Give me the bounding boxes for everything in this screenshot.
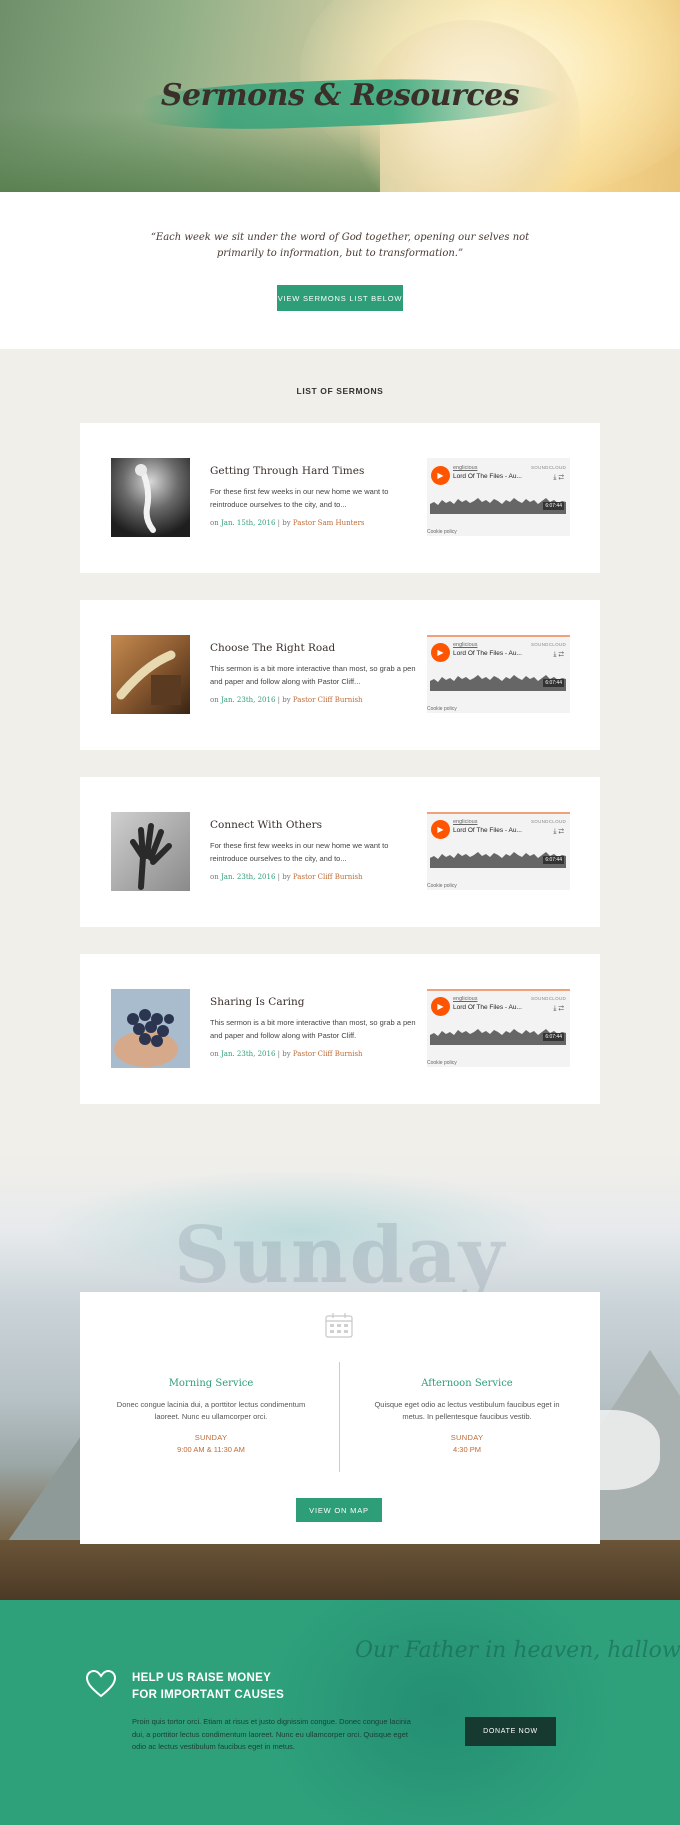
player-duration: 6:07:44 xyxy=(543,1033,564,1041)
sermon-title[interactable]: Getting Through Hard Times xyxy=(210,465,364,477)
sermon-description: For these first few weeks in our new hom… xyxy=(210,487,389,509)
cookie-policy-link[interactable]: Cookie policy xyxy=(427,1060,457,1066)
heart-icon xyxy=(86,1670,116,1698)
service-time: 9:00 AM & 11:30 AM xyxy=(177,1445,245,1454)
player-artist[interactable]: englicious xyxy=(453,465,477,471)
sermon-thumbnail[interactable] xyxy=(111,812,190,891)
sermon-author[interactable]: Pastor Cliff Burnish xyxy=(293,873,363,881)
page-title: Sermons & Resources xyxy=(160,78,520,113)
sermon-thumbnail[interactable] xyxy=(111,458,190,537)
sermon-thumbnail[interactable] xyxy=(111,989,190,1068)
player-track[interactable]: Lord Of The Files - Au... xyxy=(453,473,522,480)
sermon-meta-separator: | by xyxy=(277,696,291,704)
hero-banner: Sermons & Resources xyxy=(0,0,680,192)
donate-now-button[interactable]: DONATE NOW xyxy=(465,1717,556,1746)
player-track[interactable]: Lord Of The Files - Au... xyxy=(453,1004,522,1011)
soundcloud-logo[interactable]: SOUNDCLOUD xyxy=(531,996,566,1001)
donate-section: Our Father in heaven, hallowed be your H… xyxy=(0,1600,680,1825)
play-icon[interactable]: ▶ xyxy=(431,820,450,839)
sermon-date[interactable]: Jan. 23th, 2016 xyxy=(221,873,275,881)
sermon-title[interactable]: Connect With Others xyxy=(210,819,322,831)
service-name: Morning Service xyxy=(168,1378,254,1389)
sermon-meta: on Jan. 23th, 2016 | by Pastor Cliff Bur… xyxy=(210,1050,363,1058)
soundcloud-player: ▶ englicious Lord Of The Files - Au... S… xyxy=(427,635,570,713)
service-name: Afternoon Service xyxy=(421,1378,513,1389)
service-day: SUNDAY xyxy=(450,1433,484,1442)
play-icon[interactable]: ▶ xyxy=(431,997,450,1016)
player-track[interactable]: Lord Of The Files - Au... xyxy=(453,650,522,657)
player-duration: 6:07:44 xyxy=(543,856,564,864)
cookie-policy-link[interactable]: Cookie policy xyxy=(427,529,457,535)
sermon-description: This sermon is a bit more interactive th… xyxy=(210,1018,416,1040)
sermon-description: For these first few weeks in our new hom… xyxy=(210,841,389,863)
intro-quote: “Each week we sit under the word of God … xyxy=(150,232,530,259)
sermon-title[interactable]: Sharing Is Caring xyxy=(210,996,304,1008)
sermon-description: This sermon is a bit more interactive th… xyxy=(210,664,416,686)
sermon-card: Connect With Others For these first few … xyxy=(80,777,600,927)
soundcloud-player: ▶ englicious Lord Of The Files - Au... S… xyxy=(427,989,570,1067)
download-share-icons[interactable]: ⤓ ⇄ xyxy=(553,828,564,836)
morning-service: Morning Service Donec congue lacinia dui… xyxy=(111,1378,311,1454)
sermon-card: Getting Through Hard Times For these fir… xyxy=(80,423,600,573)
soundcloud-logo[interactable]: SOUNDCLOUD xyxy=(531,465,566,470)
sermon-date[interactable]: Jan. 23th, 2016 xyxy=(221,1050,275,1058)
service-description: Donec congue lacinia dui, a porttitor le… xyxy=(116,1400,306,1421)
calendar-icon xyxy=(325,1313,353,1338)
sermon-author[interactable]: Pastor Cliff Burnish xyxy=(293,1050,363,1058)
sermon-meta: on Jan. 15th, 2016 | by Pastor Sam Hunte… xyxy=(210,519,365,527)
sermon-meta-prefix: on xyxy=(210,1050,219,1058)
cookie-policy-link[interactable]: Cookie policy xyxy=(427,706,457,712)
intro-section: “Each week we sit under the word of God … xyxy=(0,192,680,349)
foreground-hills xyxy=(0,1540,680,1600)
player-track[interactable]: Lord Of The Files - Au... xyxy=(453,827,522,834)
sermon-meta-prefix: on xyxy=(210,873,219,881)
sermon-meta-prefix: on xyxy=(210,519,219,527)
service-description: Quisque eget odio ac lectus vestibulum f… xyxy=(374,1400,560,1421)
sermon-card: Sharing Is Caring This sermon is a bit m… xyxy=(80,954,600,1104)
sermon-thumbnail[interactable] xyxy=(111,635,190,714)
sermon-title[interactable]: Choose The Right Road xyxy=(210,642,335,654)
play-icon[interactable]: ▶ xyxy=(431,643,450,662)
donate-title: HELP US RAISE MONEY FOR IMPORTANT CAUSES xyxy=(132,1670,352,1704)
service-time: 4:30 PM xyxy=(453,1445,481,1454)
donate-text: Proin quis tortor orci. Etiam at risus e… xyxy=(132,1717,411,1751)
download-share-icons[interactable]: ⤓ ⇄ xyxy=(553,474,564,482)
sermon-meta-prefix: on xyxy=(210,696,219,704)
sermon-meta-separator: | by xyxy=(277,1050,291,1058)
sermon-meta: on Jan. 23th, 2016 | by Pastor Cliff Bur… xyxy=(210,873,363,881)
sermons-heading: LIST OF SERMONS xyxy=(296,386,384,396)
cookie-policy-link[interactable]: Cookie policy xyxy=(427,883,457,889)
sermon-date[interactable]: Jan. 23th, 2016 xyxy=(221,696,275,704)
download-share-icons[interactable]: ⤓ ⇄ xyxy=(553,651,564,659)
donate-title-line2: FOR IMPORTANT CAUSES xyxy=(132,1689,285,1701)
sermon-meta-separator: | by xyxy=(277,519,291,527)
sermon-meta: on Jan. 23th, 2016 | by Pastor Cliff Bur… xyxy=(210,696,363,704)
view-on-map-button[interactable]: VIEW ON MAP xyxy=(296,1498,382,1522)
player-artist[interactable]: englicious xyxy=(453,642,477,648)
prayer-script-text: Our Father in heaven, hallowed be your xyxy=(355,1638,680,1663)
donate-title-line1: HELP US RAISE MONEY xyxy=(132,1672,272,1684)
view-sermons-button[interactable]: VIEW SERMONS LIST BELOW xyxy=(277,285,403,311)
soundcloud-player: ▶ englicious Lord Of The Files - Au... S… xyxy=(427,458,570,536)
watercolor-splash xyxy=(260,1600,620,1825)
afternoon-service: Afternoon Service Quisque eget odio ac l… xyxy=(367,1378,567,1454)
sermon-card: Choose The Right Road This sermon is a b… xyxy=(80,600,600,750)
play-icon[interactable]: ▶ xyxy=(431,466,450,485)
sunday-background-text: Sunday xyxy=(173,1210,507,1301)
soundcloud-logo[interactable]: SOUNDCLOUD xyxy=(531,819,566,824)
soundcloud-player: ▶ englicious Lord Of The Files - Au... S… xyxy=(427,812,570,890)
sermon-author[interactable]: Pastor Sam Hunters xyxy=(293,519,365,527)
services-divider xyxy=(339,1362,340,1472)
player-duration: 6:07:44 xyxy=(543,502,564,510)
player-artist[interactable]: englicious xyxy=(453,996,477,1002)
soundcloud-logo[interactable]: SOUNDCLOUD xyxy=(531,642,566,647)
download-share-icons[interactable]: ⤓ ⇄ xyxy=(553,1005,564,1013)
sermon-date[interactable]: Jan. 15th, 2016 xyxy=(221,519,275,527)
service-day: SUNDAY xyxy=(194,1433,228,1442)
sermon-meta-separator: | by xyxy=(277,873,291,881)
player-duration: 6:07:44 xyxy=(543,679,564,687)
player-artist[interactable]: englicious xyxy=(453,819,477,825)
sermon-author[interactable]: Pastor Cliff Burnish xyxy=(293,696,363,704)
